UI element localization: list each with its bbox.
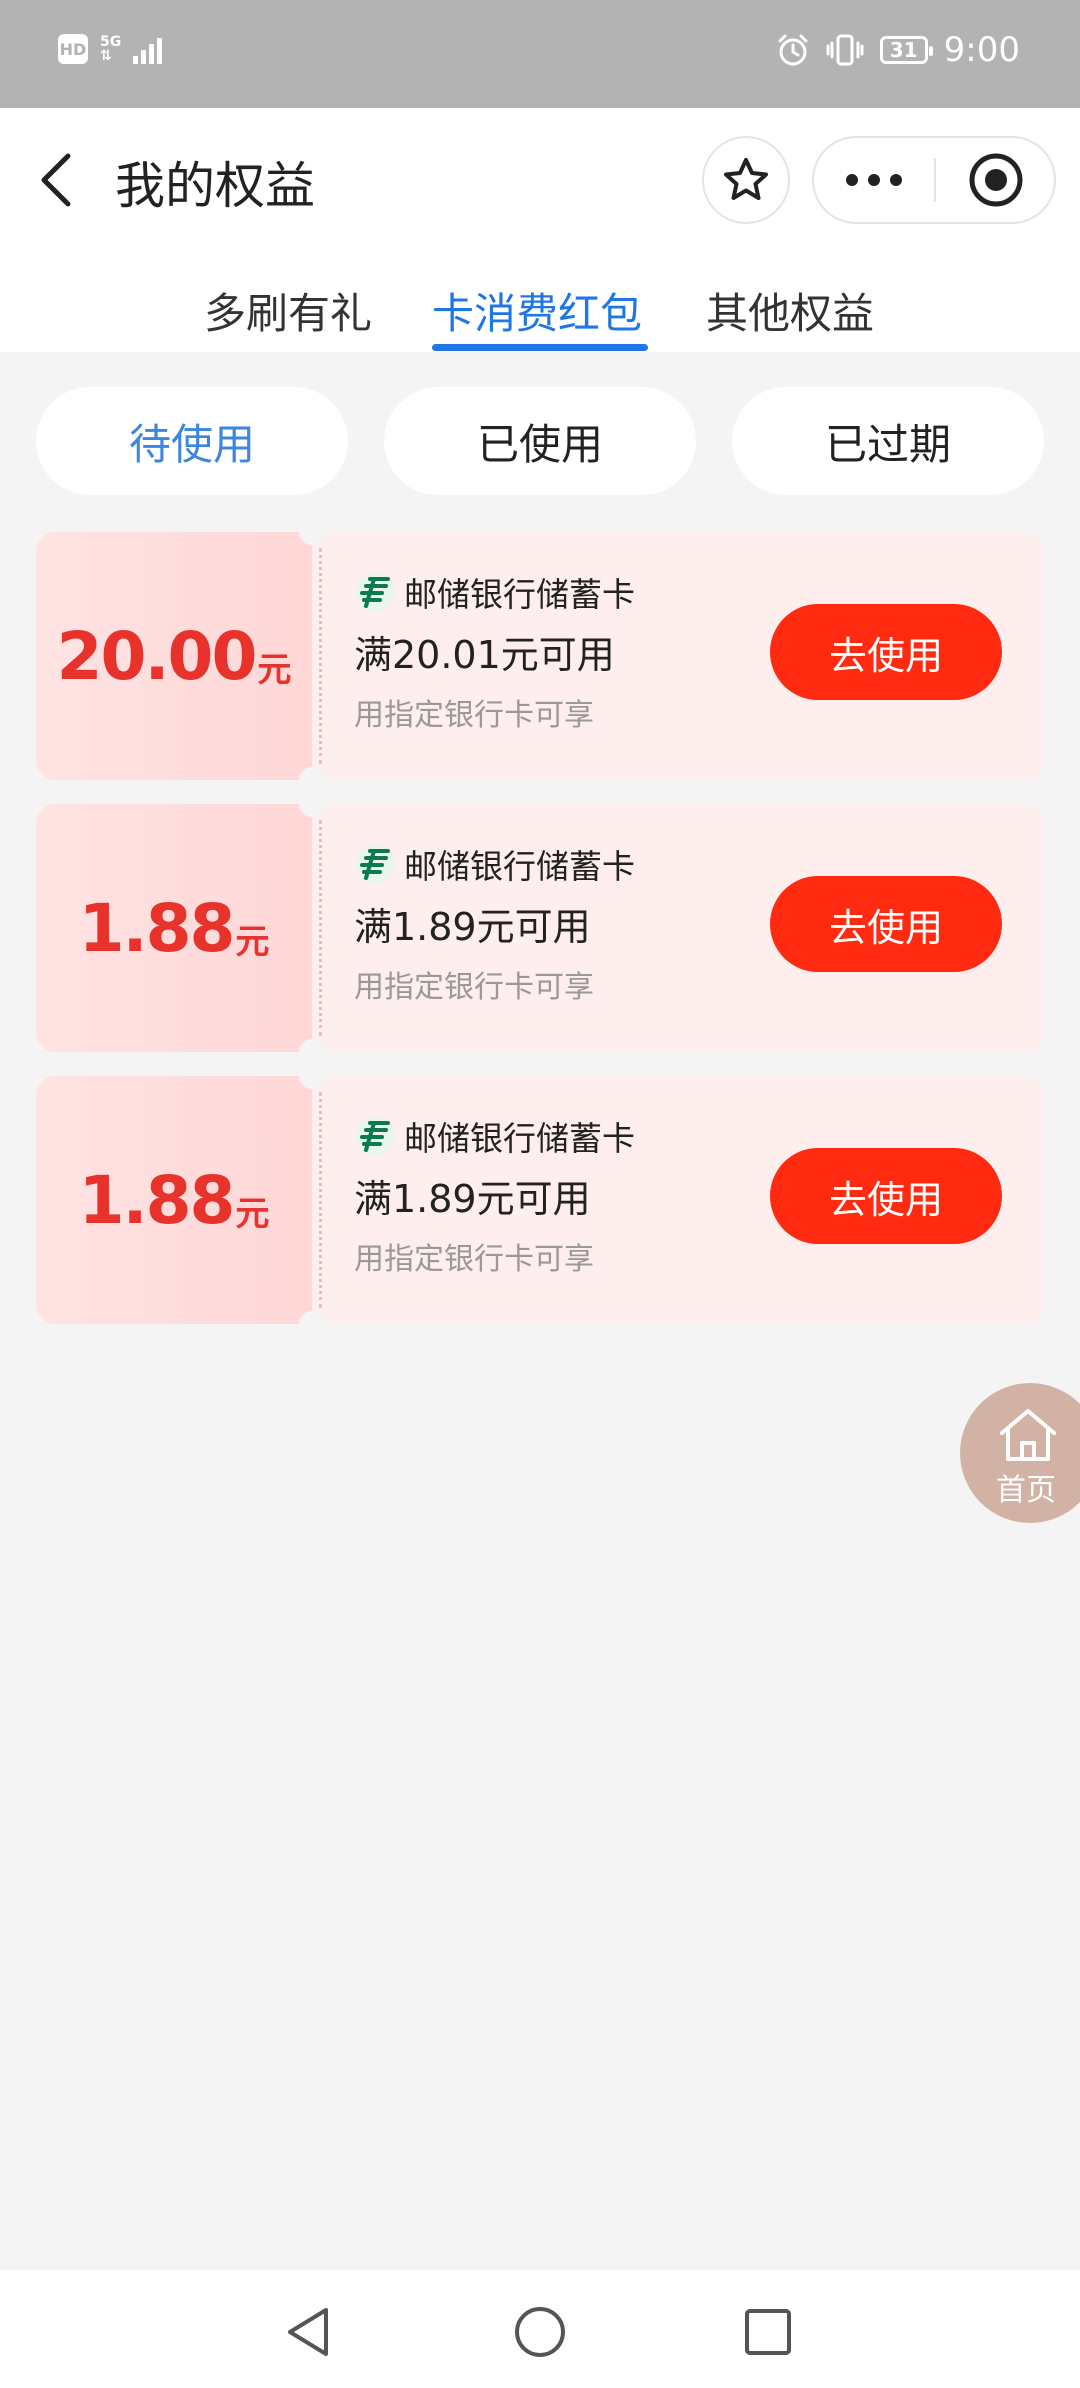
system-nav-bar (0, 2270, 1080, 2388)
battery-icon: 31 (879, 36, 933, 64)
coupon-notch (299, 767, 325, 780)
nav-recents-icon (745, 2309, 791, 2355)
star-icon (724, 158, 768, 200)
category-tabs: 多刷有礼 卡消费红包 其他权益 (0, 268, 1080, 352)
coupon-card: 20.00 元 邮储银行储蓄卡 满20.01元可用 用指定银行卡可享 去使用 (36, 532, 1044, 780)
more-icon (846, 174, 902, 186)
more-button[interactable] (814, 138, 934, 222)
coupon-note: 用指定银行卡可享 (354, 1242, 594, 1277)
bank-name: 邮储银行储蓄卡 (404, 575, 635, 614)
use-coupon-button[interactable]: 去使用 (770, 604, 1002, 700)
nav-back-button[interactable] (278, 2302, 338, 2362)
home-label: 首页 (996, 1473, 1056, 1508)
tab-other-benefits[interactable]: 其他权益 (706, 280, 874, 341)
network-type: 5G (100, 34, 122, 50)
coupon-amount: 1.88 (78, 1161, 236, 1239)
coupon-amount-area: 1.88 元 (36, 804, 312, 1052)
nav-back-icon (288, 2308, 328, 2356)
coupon-note: 用指定银行卡可享 (354, 970, 594, 1005)
tab-multi-swipe[interactable]: 多刷有礼 (204, 280, 372, 341)
coupon-divider (319, 820, 322, 1036)
header: 我的权益 多刷有礼 卡消费红包 其他权益 (0, 108, 1080, 352)
back-arrow-icon (41, 153, 71, 207)
network-indicator: 5G ⇅ (100, 35, 121, 63)
bank-name: 邮储银行储蓄卡 (404, 847, 635, 886)
postal-bank-logo-icon (355, 572, 395, 612)
coupon-amount-area: 1.88 元 (36, 1076, 312, 1324)
tab-card-red-packet[interactable]: 卡消费红包 (432, 280, 642, 341)
coupon-notch (299, 1311, 325, 1324)
coupon-condition: 满1.89元可用 (354, 1177, 591, 1221)
coupon-amount-area: 20.00 元 (36, 532, 312, 780)
coupon-divider (319, 1092, 322, 1308)
target-icon (969, 153, 1023, 207)
alarm-icon (778, 34, 808, 66)
nav-recents-button[interactable] (738, 2302, 798, 2362)
coupon-condition: 满20.01元可用 (354, 633, 615, 677)
coupon-note: 用指定银行卡可享 (354, 698, 594, 733)
filter-used[interactable]: 已使用 (384, 387, 696, 495)
bank-info: 邮储银行储蓄卡 (354, 1112, 635, 1160)
close-mini-program-button[interactable] (936, 138, 1056, 222)
nav-home-button[interactable] (510, 2302, 570, 2362)
clock: 9:00 (943, 30, 1020, 70)
status-right: 31 9:00 (776, 30, 1020, 70)
mini-program-capsule (812, 136, 1056, 224)
coupon-divider (319, 548, 322, 764)
coupon-amount: 1.88 (78, 889, 236, 967)
bank-info: 邮储银行储蓄卡 (354, 568, 635, 616)
coupon-unit: 元 (235, 921, 270, 962)
signal-icon (133, 34, 163, 64)
status-left: HD 5G ⇅ (58, 34, 163, 64)
coupon-notch (299, 1039, 325, 1052)
coupon-unit: 元 (257, 649, 292, 690)
back-button[interactable] (30, 144, 82, 216)
coupon-card: 1.88 元 邮储银行储蓄卡 满1.89元可用 用指定银行卡可享 去使用 (36, 1076, 1044, 1324)
home-icon (1000, 1409, 1056, 1461)
filter-expired[interactable]: 已过期 (732, 387, 1044, 495)
bank-info: 邮储银行储蓄卡 (354, 840, 635, 888)
active-tab-indicator (432, 344, 648, 351)
home-floating-button[interactable]: 首页 (960, 1383, 1080, 1523)
postal-bank-logo-icon (355, 1116, 395, 1156)
status-bar: HD 5G ⇅ 31 9:00 (0, 0, 1080, 108)
use-coupon-button[interactable]: 去使用 (770, 1148, 1002, 1244)
coupon-card: 1.88 元 邮储银行储蓄卡 满1.89元可用 用指定银行卡可享 去使用 (36, 804, 1044, 1052)
postal-bank-logo-icon (355, 844, 395, 884)
use-coupon-button[interactable]: 去使用 (770, 876, 1002, 972)
vibrate-icon (826, 34, 864, 66)
favorite-button[interactable] (702, 136, 790, 224)
hd-badge: HD (58, 34, 88, 64)
coupon-condition: 满1.89元可用 (354, 905, 591, 949)
coupon-amount: 20.00 (56, 617, 258, 695)
network-activity-icon: ⇅ (100, 48, 112, 64)
bank-name: 邮储银行储蓄卡 (404, 1119, 635, 1158)
page-title: 我的权益 (115, 157, 315, 215)
nav-home-icon (515, 2307, 565, 2357)
filter-pending[interactable]: 待使用 (36, 387, 348, 495)
coupon-unit: 元 (235, 1193, 270, 1234)
